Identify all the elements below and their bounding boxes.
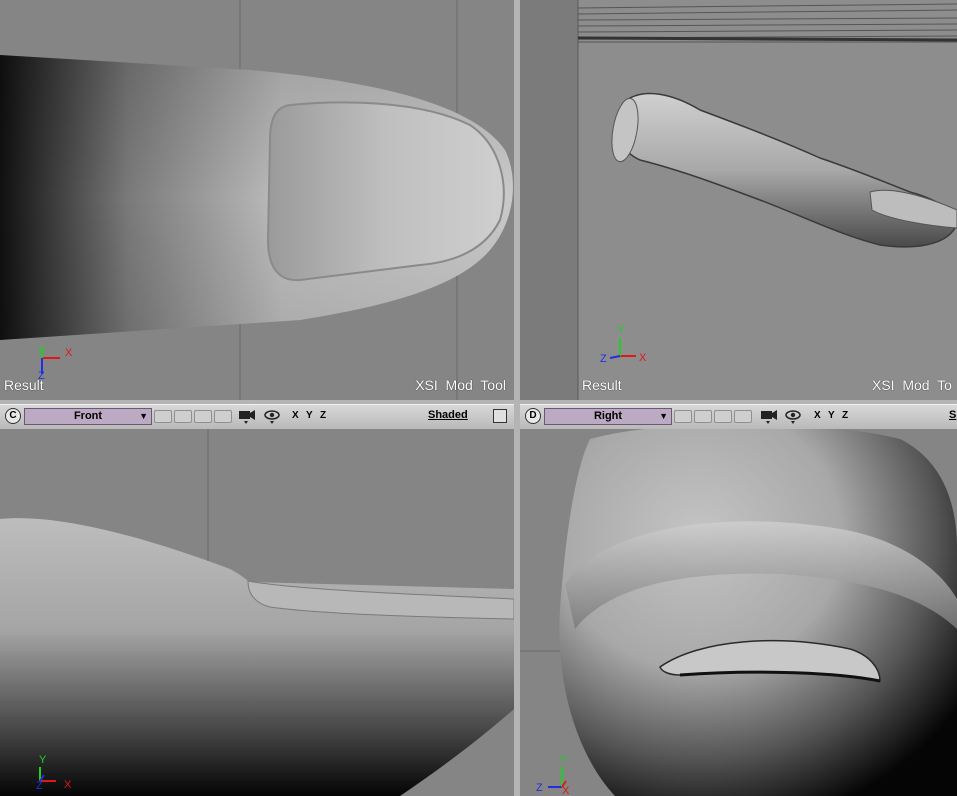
svg-text:Z: Z — [36, 780, 43, 792]
chevron-down-icon: ▼ — [659, 411, 668, 421]
viewport-c-axis-x[interactable]: X — [292, 410, 299, 421]
viewport-d-letter[interactable]: D — [525, 408, 541, 424]
viewport-d-axis-z[interactable]: Z — [842, 410, 848, 421]
viewport-d-scene — [520, 429, 957, 796]
viewport-c-display-mode[interactable]: Shaded — [428, 409, 468, 421]
svg-text:Y: Y — [38, 345, 46, 357]
view-preset-button-1[interactable] — [674, 410, 692, 423]
view-preset-button-4[interactable] — [734, 410, 752, 423]
chevron-down-icon: ▼ — [139, 411, 148, 421]
camera-icon[interactable] — [760, 408, 778, 424]
viewport-b-scene — [520, 0, 957, 400]
svg-text:Y: Y — [617, 324, 625, 336]
viewport-c-letter[interactable]: C — [5, 408, 21, 424]
view-preset-button-4[interactable] — [214, 410, 232, 423]
view-preset-button-3[interactable] — [714, 410, 732, 423]
viewport-c-camera-label: Front — [73, 410, 103, 422]
view-preset-button-1[interactable] — [154, 410, 172, 423]
svg-text:Y: Y — [39, 754, 47, 766]
axis-gizmo: X Y Z — [38, 345, 73, 380]
viewport-c[interactable]: X Y Z — [0, 429, 514, 796]
viewport-d-display-mode[interactable]: S — [949, 409, 956, 421]
axis-gizmo: Y Z X — [536, 754, 570, 795]
viewport-a[interactable]: X Y Z Result XSI Mod Tool — [0, 0, 514, 402]
viewport-d-camera-menu[interactable]: Right ▼ — [544, 408, 672, 425]
viewport-a-scene — [0, 0, 513, 402]
svg-text:Z: Z — [600, 353, 607, 365]
viewport-b-product-label: XSI Mod To — [872, 377, 952, 393]
svg-text:X: X — [65, 347, 73, 359]
eye-icon[interactable] — [784, 408, 802, 424]
viewport-c-scene — [0, 429, 514, 796]
camera-icon[interactable] — [238, 408, 256, 424]
maximize-icon[interactable] — [493, 409, 507, 423]
viewport-c-toolbar: C Front ▼ X Y Z Shaded — [0, 404, 514, 430]
eye-icon[interactable] — [263, 408, 281, 424]
axis-gizmo: X Y Z — [36, 754, 72, 792]
viewport-a-result-label: Result — [4, 377, 44, 393]
svg-text:X: X — [64, 779, 72, 791]
svg-text:X: X — [562, 785, 570, 795]
finger-shape — [559, 429, 957, 796]
svg-text:X: X — [639, 352, 647, 364]
viewport-b-result-label: Result — [582, 377, 622, 393]
viewport-a-product-label: XSI Mod Tool — [415, 377, 506, 393]
finger-shape — [616, 92, 957, 248]
svg-text:Y: Y — [560, 754, 568, 766]
viewport-d-toolbar: D Right ▼ X Y Z S — [520, 404, 957, 430]
svg-text:Z: Z — [536, 782, 543, 794]
axis-gizmo: X Y Z — [600, 324, 647, 365]
view-preset-button-2[interactable] — [694, 410, 712, 423]
viewport-c-axis-z[interactable]: Z — [320, 410, 326, 421]
view-preset-button-3[interactable] — [194, 410, 212, 423]
view-preset-button-2[interactable] — [174, 410, 192, 423]
viewport-c-camera-menu[interactable]: Front ▼ — [24, 408, 152, 425]
viewport-d-camera-label: Right — [593, 410, 623, 422]
viewport-b[interactable]: X Y Z Result XSI Mod To — [520, 0, 957, 400]
viewport-c-axis-y[interactable]: Y — [306, 410, 313, 421]
viewport-d-axis-x[interactable]: X — [814, 410, 821, 421]
viewport-d-axis-y[interactable]: Y — [828, 410, 835, 421]
viewport-d[interactable]: Y Z X — [520, 429, 957, 796]
